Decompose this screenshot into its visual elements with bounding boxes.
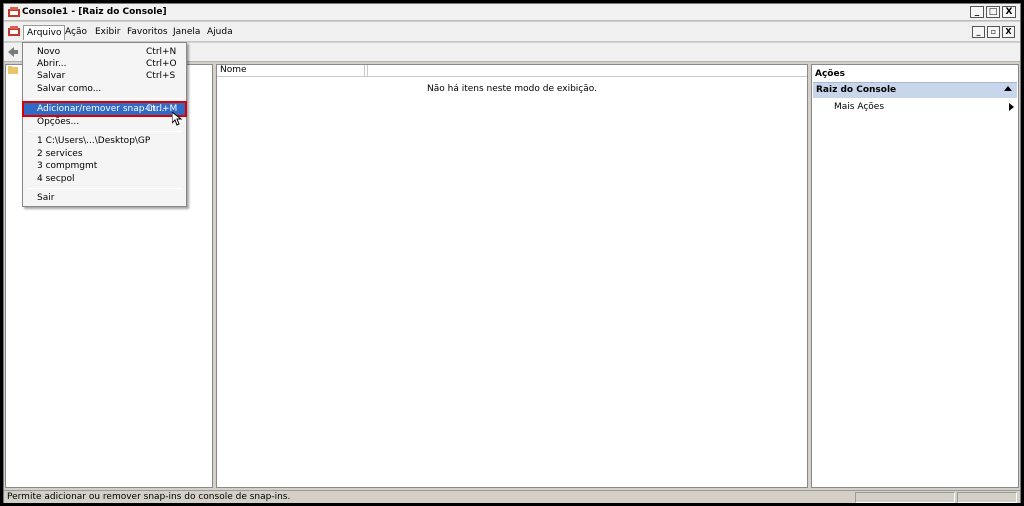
menu-separator	[27, 188, 182, 189]
mdi-minimize-button[interactable]: _	[972, 26, 985, 38]
menu-item-label: 2 services	[37, 149, 83, 159]
menu-favoritos[interactable]: Favoritos	[124, 25, 171, 40]
menu-item-opcoes[interactable]: Opções...	[24, 116, 185, 128]
more-actions-item[interactable]: Mais Ações	[834, 102, 884, 112]
actions-group-label: Raiz do Console	[816, 85, 897, 95]
mdi-close-button[interactable]: X	[1002, 26, 1015, 38]
menu-item-label: 1 C:\Users\...\Desktop\GP	[37, 136, 151, 146]
menu-item-shortcut: Ctrl+O	[146, 59, 177, 69]
status-text: Permite adicionar ou remover snap-ins do…	[7, 492, 291, 502]
menu-item-salvar[interactable]: Salvar Ctrl+S	[24, 70, 185, 82]
menu-acao[interactable]: Ação	[62, 25, 90, 40]
menu-item-abrir[interactable]: Abrir... Ctrl+O	[24, 58, 185, 70]
minimize-window-button[interactable]: _	[970, 6, 984, 18]
actions-pane: Ações Raiz do Console Mais Ações	[811, 64, 1019, 488]
menu-separator	[27, 98, 182, 99]
column-header-empty[interactable]	[366, 65, 368, 77]
menu-item-label: Sair	[37, 193, 55, 203]
menu-item-add-remove-snap-in[interactable]: Adicionar/remover snap-in... Ctrl+M	[22, 101, 187, 117]
menu-item-sair[interactable]: Sair	[24, 192, 185, 204]
list-header: Nome	[217, 65, 807, 77]
submenu-arrow-icon[interactable]	[1009, 103, 1014, 111]
actions-group-header[interactable]: Raiz do Console	[813, 82, 1017, 98]
menu-item-label: Novo	[37, 47, 61, 57]
menu-item-label: Salvar	[37, 71, 66, 81]
arquivo-dropdown-menu: Novo Ctrl+N Abrir... Ctrl+O Salvar Ctrl+…	[22, 42, 187, 207]
menu-arquivo[interactable]: Arquivo	[23, 25, 66, 40]
menu-bar: Arquivo Ação Exibir Favoritos Janela Aju…	[4, 22, 1020, 42]
menu-item-label: Opções...	[37, 117, 80, 127]
empty-list-message: Não há itens neste modo de exibição.	[427, 84, 597, 94]
menu-janela[interactable]: Janela	[170, 25, 203, 40]
menu-item-label: Salvar como...	[37, 84, 102, 94]
window-title: Console1 - [Raiz do Console]	[22, 7, 167, 17]
menu-item-recent-1[interactable]: 1 C:\Users\...\Desktop\GP	[24, 135, 185, 147]
menu-item-shortcut: Ctrl+N	[146, 47, 177, 57]
console-system-menu-icon[interactable]	[8, 26, 20, 37]
actions-title: Ações	[815, 69, 845, 79]
menu-item-salvar-como[interactable]: Salvar como...	[24, 83, 185, 95]
title-bar[interactable]: Console1 - [Raiz do Console] _ □ X	[4, 4, 1020, 21]
menu-item-shortcut: Ctrl+S	[146, 71, 176, 81]
menu-item-recent-3[interactable]: 3 compmgmt	[24, 160, 185, 172]
close-window-button[interactable]: X	[1002, 6, 1016, 18]
menu-item-recent-2[interactable]: 2 services	[24, 148, 185, 160]
mmc-window: Console1 - [Raiz do Console] _ □ X Arqui…	[3, 3, 1021, 503]
menu-item-label: 3 compmgmt	[37, 161, 98, 171]
back-arrow-icon[interactable]	[8, 47, 18, 57]
status-bar: Permite adicionar ou remover snap-ins do…	[4, 490, 1020, 503]
result-list-pane[interactable]: Nome Não há itens neste modo de exibição…	[216, 64, 808, 488]
column-header-nome[interactable]: Nome	[217, 65, 365, 77]
menu-item-label: Abrir...	[37, 59, 67, 69]
menu-item-recent-4[interactable]: 4 secpol	[24, 173, 185, 185]
menu-item-label: 4 secpol	[37, 174, 75, 184]
mouse-pointer-icon	[172, 112, 182, 126]
mdi-restore-button[interactable]: ▫	[987, 26, 1000, 38]
menu-separator	[27, 131, 182, 132]
status-cell	[957, 492, 1017, 503]
folder-icon	[8, 66, 18, 74]
status-cell	[855, 492, 955, 503]
menu-exibir[interactable]: Exibir	[92, 25, 123, 40]
maximize-window-button[interactable]: □	[986, 6, 1000, 18]
collapse-up-icon[interactable]	[1004, 86, 1012, 91]
menu-ajuda[interactable]: Ajuda	[204, 25, 236, 40]
console-app-icon	[8, 7, 20, 17]
menu-item-novo[interactable]: Novo Ctrl+N	[24, 46, 185, 58]
